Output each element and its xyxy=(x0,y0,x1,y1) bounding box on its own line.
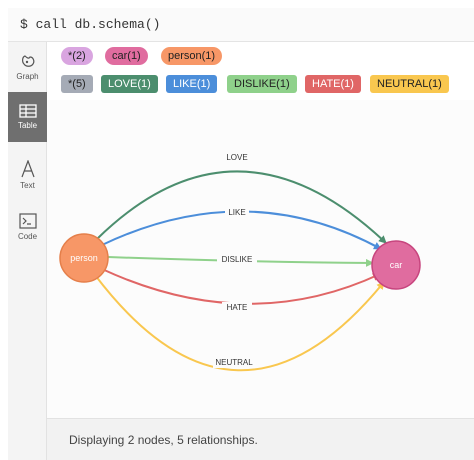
edge-label-dislike: DISLIKE xyxy=(222,255,253,264)
edge-label-love: LOVE xyxy=(226,153,247,162)
graph-icon xyxy=(21,55,34,67)
node-label-tag-person[interactable]: person(1) xyxy=(161,47,223,65)
sidebar-item-label: Text xyxy=(20,181,35,190)
result-frame: $ call db.schema() Graph Table Text Code… xyxy=(0,0,474,460)
sidebar-item-label: Code xyxy=(17,232,38,241)
rel-type-tag-love[interactable]: LOVE(1) xyxy=(101,75,158,93)
edge-label-neutral: NEUTRAL xyxy=(215,358,253,367)
node-label-tag-car[interactable]: car(1) xyxy=(105,47,148,65)
view-graph-button[interactable]: Graph xyxy=(8,42,47,92)
view-text-button[interactable]: Text xyxy=(8,150,47,200)
schema-graph: LOVE LIKE DISLIKE HATE NEUTRAL person ca… xyxy=(59,151,421,372)
command-bar[interactable]: $ call db.schema() xyxy=(8,8,474,42)
view-sidebar: Graph Table Text Code xyxy=(8,42,47,460)
edge-hate[interactable] xyxy=(101,268,381,305)
sidebar-item-label: Table xyxy=(17,121,38,130)
rel-type-tag-neutral[interactable]: NEUTRAL(1) xyxy=(370,75,449,93)
graph-canvas[interactable]: LOVE LIKE DISLIKE HATE NEUTRAL person ca… xyxy=(47,100,474,418)
rel-type-tag-dislike[interactable]: DISLIKE(1) xyxy=(227,75,297,93)
code-icon xyxy=(18,213,37,229)
rel-type-tag-all[interactable]: *(5) xyxy=(61,75,93,93)
edge-label-like: LIKE xyxy=(228,208,245,217)
rel-type-tag-like[interactable]: LIKE(1) xyxy=(166,75,218,93)
result-main: *(2) car(1) person(1) *(5) LOVE(1) LIKE(… xyxy=(47,42,474,460)
text-icon xyxy=(20,160,35,178)
edge-label-hate: HATE xyxy=(227,303,248,312)
node-label-car: car xyxy=(390,260,403,270)
rel-type-tag-hate[interactable]: HATE(1) xyxy=(305,75,361,93)
status-bar: Displaying 2 nodes, 5 relationships. xyxy=(47,418,474,460)
view-table-button[interactable]: Table xyxy=(8,92,47,142)
view-code-button[interactable]: Code xyxy=(8,202,47,252)
table-icon xyxy=(18,104,37,118)
node-label-person: person xyxy=(70,253,98,263)
node-label-tag-all[interactable]: *(2) xyxy=(61,47,93,65)
sidebar-item-label: Graph xyxy=(16,72,39,81)
